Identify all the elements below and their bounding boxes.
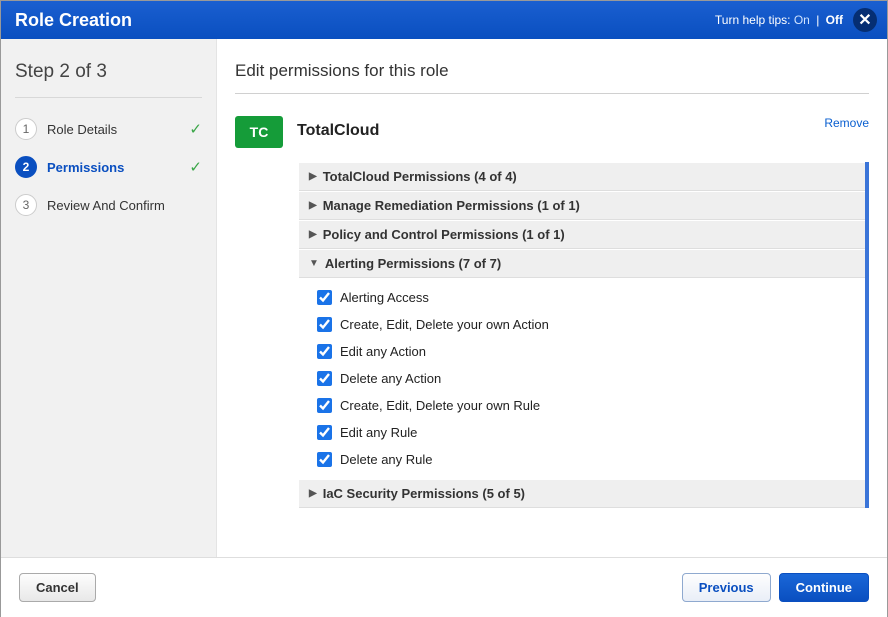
perm-list: Alerting Access Create, Edit, Delete your… (299, 278, 865, 479)
step-label: Role Details (47, 122, 179, 137)
perm-label: Edit any Rule (340, 425, 417, 440)
perm-item[interactable]: Delete any Rule (299, 446, 865, 473)
triangle-right-icon: ▶ (309, 488, 317, 499)
dialog-title: Role Creation (15, 10, 132, 31)
step-label: Permissions (47, 160, 179, 175)
perm-item[interactable]: Create, Edit, Delete your own Action (299, 311, 865, 338)
perm-item[interactable]: Edit any Rule (299, 419, 865, 446)
help-tips-on[interactable]: On (794, 13, 810, 27)
perm-group-header[interactable]: ▶ Manage Remediation Permissions (1 of 1) (299, 191, 865, 220)
perm-checkbox[interactable] (317, 317, 332, 332)
module-block: TC TotalCloud Remove ▶ TotalCloud Permiss… (235, 116, 869, 508)
perm-item[interactable]: Delete any Action (299, 365, 865, 392)
wizard-step-role-details[interactable]: 1 Role Details ✓ (15, 110, 202, 148)
close-icon[interactable]: ✕ (853, 8, 877, 32)
perm-label: Create, Edit, Delete your own Rule (340, 398, 540, 413)
triangle-down-icon: ▼ (309, 258, 319, 269)
wizard-step-permissions[interactable]: 2 Permissions ✓ (15, 148, 202, 186)
perm-label: Delete any Action (340, 371, 441, 386)
perm-item[interactable]: Alerting Access (299, 284, 865, 311)
help-tips-off[interactable]: Off (826, 13, 843, 27)
step-number: 1 (15, 118, 37, 140)
perm-label: Delete any Rule (340, 452, 433, 467)
step-number: 3 (15, 194, 37, 216)
perm-label: Create, Edit, Delete your own Action (340, 317, 549, 332)
dialog-footer: Cancel Previous Continue (1, 557, 887, 617)
perm-checkbox[interactable] (317, 452, 332, 467)
previous-button[interactable]: Previous (682, 573, 771, 602)
perm-label: Alerting Access (340, 290, 429, 305)
perm-item[interactable]: Edit any Action (299, 338, 865, 365)
triangle-right-icon: ▶ (309, 200, 317, 211)
wizard-sidebar: Step 2 of 3 1 Role Details ✓ 2 Permissions ✓ 3… (1, 39, 217, 557)
wizard-step-review-and-confirm[interactable]: 3 Review And Confirm (15, 186, 202, 224)
remove-module-link[interactable]: Remove (824, 116, 869, 130)
module-badge: TC (235, 116, 283, 148)
step-indicator: Step 2 of 3 (15, 61, 202, 98)
titlebar: Role Creation Turn help tips: On | Off ✕ (1, 1, 887, 39)
perm-group-header[interactable]: ▶ IaC Security Permissions (5 of 5) (299, 479, 865, 508)
triangle-right-icon: ▶ (309, 171, 317, 182)
perm-checkbox[interactable] (317, 344, 332, 359)
step-label: Review And Confirm (47, 198, 202, 213)
perm-group-label: IaC Security Permissions (5 of 5) (323, 486, 525, 501)
perm-checkbox[interactable] (317, 290, 332, 305)
cancel-button[interactable]: Cancel (19, 573, 96, 602)
perm-group-label: TotalCloud Permissions (4 of 4) (323, 169, 517, 184)
perm-group-header[interactable]: ▶ Policy and Control Permissions (1 of 1) (299, 220, 865, 249)
help-tips: Turn help tips: On | Off (715, 13, 843, 27)
page-title: Edit permissions for this role (235, 61, 869, 94)
main-panel: Edit permissions for this role TC TotalC… (217, 39, 887, 557)
module-name: TotalCloud (297, 116, 379, 140)
triangle-right-icon: ▶ (309, 229, 317, 240)
perm-checkbox[interactable] (317, 425, 332, 440)
perm-group-label: Alerting Permissions (7 of 7) (325, 256, 501, 271)
perm-group-label: Policy and Control Permissions (1 of 1) (323, 227, 565, 242)
perm-group-header[interactable]: ▼ Alerting Permissions (7 of 7) (299, 249, 865, 278)
perm-checkbox[interactable] (317, 398, 332, 413)
perm-group-label: Manage Remediation Permissions (1 of 1) (323, 198, 580, 213)
perm-label: Edit any Action (340, 344, 426, 359)
continue-button[interactable]: Continue (779, 573, 869, 602)
step-number: 2 (15, 156, 37, 178)
perm-item[interactable]: Create, Edit, Delete your own Rule (299, 392, 865, 419)
checkmark-icon: ✓ (189, 158, 202, 176)
perm-group-header[interactable]: ▶ TotalCloud Permissions (4 of 4) (299, 162, 865, 191)
perm-checkbox[interactable] (317, 371, 332, 386)
checkmark-icon: ✓ (189, 120, 202, 138)
